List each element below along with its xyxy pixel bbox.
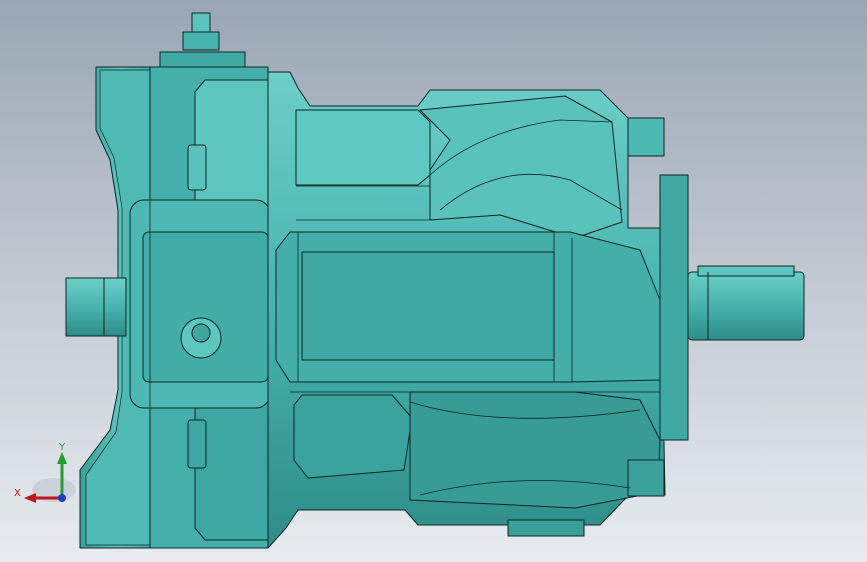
barrel-face xyxy=(301,251,555,361)
orientation-triad: Y X xyxy=(14,442,76,503)
x-axis-label: X xyxy=(14,488,21,499)
housing-upper-rib xyxy=(295,109,431,186)
housing-lower-port xyxy=(293,394,413,479)
front-flange-top-lug xyxy=(627,117,665,157)
graphics-viewport[interactable]: Y X xyxy=(0,0,867,562)
control-port-bore xyxy=(191,323,211,343)
drive-shaft-key xyxy=(697,265,795,277)
drive-shaft xyxy=(687,271,805,341)
housing-swash-cover xyxy=(419,95,623,239)
top-fitting-base xyxy=(159,51,246,69)
upper-plug xyxy=(187,144,207,191)
front-mounting-flange xyxy=(659,174,689,441)
y-axis-arrow xyxy=(57,452,67,464)
bottom-drain-boss xyxy=(507,519,585,537)
housing-lower-rib xyxy=(409,391,661,509)
top-fitting-nut xyxy=(182,31,220,51)
cad-model-view[interactable] xyxy=(0,0,867,562)
rear-shaft-stub xyxy=(65,277,127,337)
control-valve-face xyxy=(142,231,269,383)
lower-plug xyxy=(187,419,207,469)
y-axis-label: Y xyxy=(58,442,66,453)
z-axis-dot xyxy=(58,494,66,502)
top-fitting-stem xyxy=(191,12,211,34)
x-axis-arrow xyxy=(24,493,36,503)
front-flange-bottom-lug xyxy=(627,459,665,497)
